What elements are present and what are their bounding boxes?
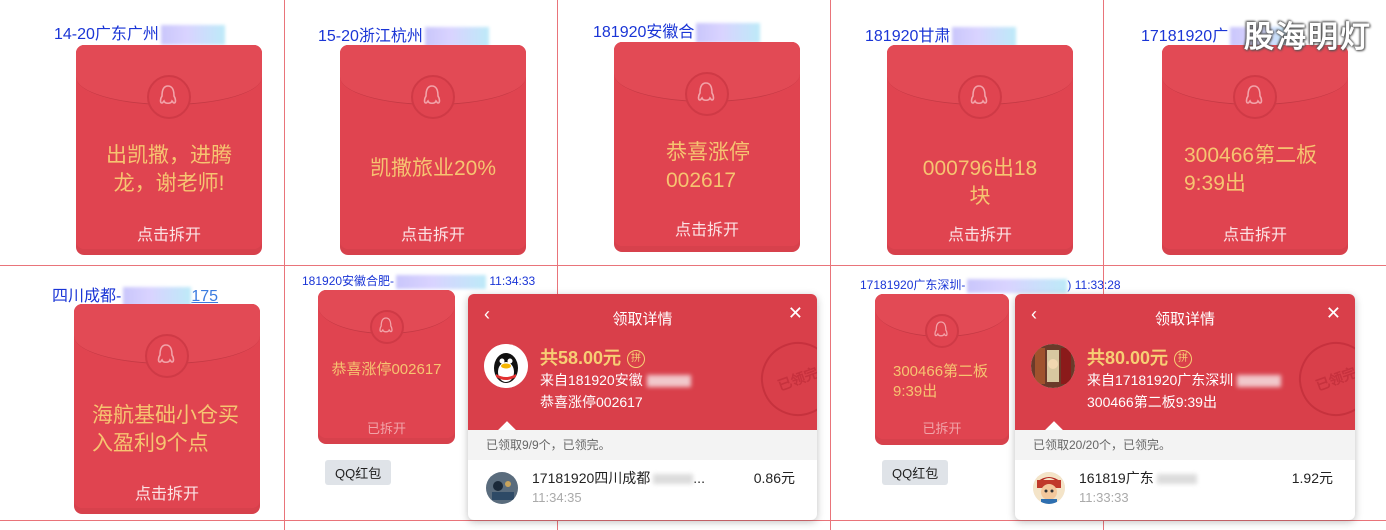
packet-message: 恭喜涨停002617 xyxy=(331,361,442,378)
red-packet-envelope[interactable]: 300466第二板9:39出 已拆开 xyxy=(875,294,1009,445)
grid-divider xyxy=(0,520,1386,521)
popup-title: 领取详情 xyxy=(1154,311,1215,328)
packet-message: 出凯撒，进腾龙，谢老师! xyxy=(106,144,232,195)
avatar xyxy=(484,344,528,388)
sender-caption: 15-20浙江杭州 xyxy=(318,22,489,47)
lucky-packet-badge: 拼 xyxy=(1174,350,1193,369)
claimer-name: 161819广东 xyxy=(1079,468,1197,488)
open-packet-label: 点击拆开 xyxy=(400,227,465,244)
open-packet-label: 点击拆开 xyxy=(1222,227,1287,244)
penguin-seal-icon xyxy=(411,75,455,119)
sender-caption: 14-20广东广州 xyxy=(54,20,225,45)
chat-header: 17181920广东深圳-) 11:33:28 xyxy=(860,278,1121,293)
open-packet-label: 点击拆开 xyxy=(134,486,199,503)
packet-message: 海航基础小仓买入盈利9个点 xyxy=(92,404,239,455)
close-icon[interactable]: ✕ xyxy=(1326,303,1341,324)
qq-redpacket-tag: QQ红包 xyxy=(325,460,392,485)
close-icon[interactable]: ✕ xyxy=(788,303,803,324)
grid-divider xyxy=(0,265,1386,266)
claim-row[interactable]: 161819广东 11:33:33 1.92元 xyxy=(1015,460,1355,512)
red-packet-envelope[interactable]: 出凯撒，进腾龙，谢老师! 点击拆开 xyxy=(76,45,262,255)
total-amount: 共80.00元拼 xyxy=(1087,344,1193,370)
sender-info: 来自181920安徽 xyxy=(540,370,691,390)
total-amount: 共58.00元拼 xyxy=(540,344,646,370)
avatar xyxy=(486,472,518,504)
claim-time: 11:34:35 xyxy=(532,490,582,505)
opened-label: 已拆开 xyxy=(922,421,962,436)
red-packet-envelope[interactable]: 300466第二板9:39出 点击拆开 xyxy=(1162,45,1348,255)
open-packet-label: 点击拆开 xyxy=(947,227,1012,244)
opened-label: 已拆开 xyxy=(366,421,406,436)
claim-status: 已领取20/20个，已领完。 xyxy=(1015,430,1355,460)
penguin-seal-icon xyxy=(369,310,404,344)
penguin-seal-icon xyxy=(1233,75,1277,119)
avatar xyxy=(1031,344,1075,388)
penguin-seal-icon xyxy=(147,75,191,119)
receive-details-popup: ‹ 领取详情 ✕ 共58.00元拼 来自181920安徽 恭喜涨停002617 … xyxy=(468,294,817,520)
avatar xyxy=(1033,472,1065,504)
sender-caption: 181920安徽合 xyxy=(593,18,761,43)
claim-amount: 1.92元 xyxy=(1291,470,1333,486)
sender-info: 来自17181920广东深圳 xyxy=(1087,370,1282,390)
packet-note: 300466第二板9:39出 xyxy=(1087,394,1217,410)
packet-message: 凯撒旅业20% xyxy=(369,157,497,180)
open-packet-label: 点击拆开 xyxy=(674,222,739,239)
red-packet-envelope[interactable]: 海航基础小仓买入盈利9个点 点击拆开 xyxy=(74,304,260,514)
receive-details-popup: ‹ 领取详情 ✕ 共80.00元拼 来自17181920广东深圳 300466第… xyxy=(1015,294,1355,520)
penguin-seal-icon xyxy=(958,75,1002,119)
sender-caption: 181920甘肃 xyxy=(865,22,1017,47)
packet-message: 300466第二板9:39出 xyxy=(1184,144,1318,195)
packet-message: 300466第二板9:39出 xyxy=(893,363,989,400)
popup-title: 领取详情 xyxy=(612,311,673,328)
penguin-seal-icon xyxy=(925,314,959,348)
penguin-seal-icon xyxy=(685,72,729,116)
lucky-packet-badge: 拼 xyxy=(627,350,646,369)
penguin-seal-icon xyxy=(145,334,189,378)
red-packet-envelope[interactable]: 恭喜涨停002617 已拆开 xyxy=(318,290,455,444)
qq-redpacket-tag: QQ红包 xyxy=(882,460,949,485)
packet-message: 恭喜涨停002617 xyxy=(666,141,750,192)
red-packet-envelope[interactable]: 恭喜涨停002617 点击拆开 xyxy=(614,42,800,252)
claim-time: 11:33:33 xyxy=(1079,490,1129,505)
packet-note: 恭喜涨停002617 xyxy=(540,394,643,410)
claimer-name: 17181920四川成都... xyxy=(532,470,705,486)
watermark-logo: 股海明灯 xyxy=(1244,21,1372,54)
open-packet-label: 点击拆开 xyxy=(136,227,201,244)
red-packet-envelope[interactable]: 000796出18块 点击拆开 xyxy=(887,45,1073,255)
packet-message: 000796出18块 xyxy=(922,157,1038,208)
claim-status: 已领取9/9个，已领完。 xyxy=(468,430,817,460)
chat-header: 181920安徽合肥- 11:34:33 xyxy=(302,274,536,289)
claim-row[interactable]: 17181920四川成都... 11:34:35 0.86元 xyxy=(468,460,817,512)
red-packet-envelope[interactable]: 凯撒旅业20% 点击拆开 xyxy=(340,45,526,255)
claim-amount: 0.86元 xyxy=(753,470,795,486)
